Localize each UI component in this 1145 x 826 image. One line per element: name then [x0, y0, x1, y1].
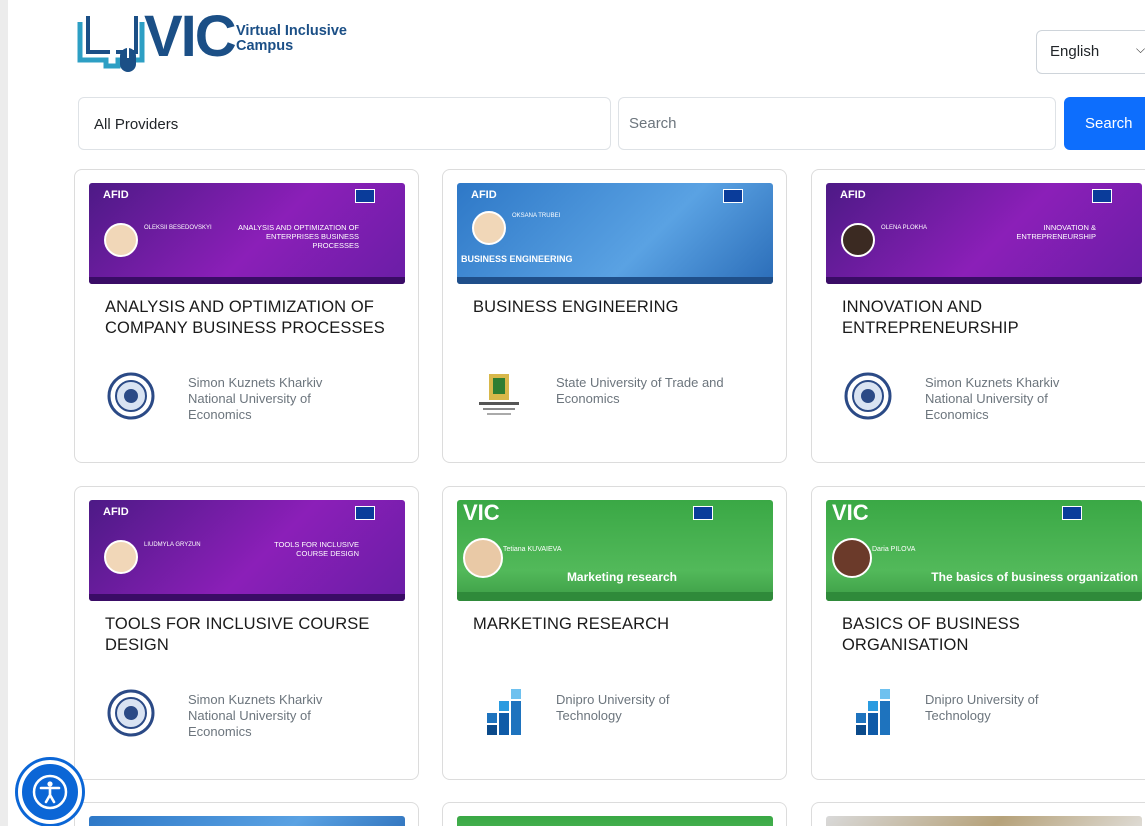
banner-strip — [89, 594, 405, 601]
provider-name: Dnipro University of Technology — [556, 692, 670, 723]
banner-course-text: TOOLS FOR INCLUSIVE COURSE DESIGN — [274, 540, 359, 558]
banner-strip — [457, 277, 773, 284]
search-input[interactable] — [618, 97, 1056, 150]
instructor-photo — [832, 538, 872, 578]
banner-brand: VIC — [832, 500, 869, 525]
banner-instructor: LIUDMYLA GRYZUN — [144, 542, 201, 548]
banner-strip — [89, 277, 405, 284]
provider-name: Simon Kuznets Kharkiv National Universit… — [188, 692, 323, 739]
eu-flag-icon — [1092, 189, 1112, 203]
banner-brand: AFID — [103, 506, 129, 518]
course-provider: Simon Kuznets Kharkiv National Universit… — [105, 370, 405, 430]
course-title[interactable]: MARKETING RESEARCH — [473, 614, 763, 635]
provider-name: Dnipro University of Technology — [925, 692, 1039, 723]
course-banner-image — [457, 816, 773, 826]
course-banner-image — [89, 816, 405, 826]
course-banner-image: AFID LIUDMYLA GRYZUN TOOLS FOR INCLUSIVE… — [89, 500, 405, 601]
accessibility-icon — [32, 774, 68, 810]
course-title[interactable]: TOOLS FOR INCLUSIVE COURSE DESIGN — [105, 614, 395, 656]
provider-filter-select[interactable]: All Providers — [78, 97, 611, 150]
course-card[interactable] — [811, 802, 1145, 826]
course-banner-image — [826, 816, 1142, 826]
banner-brand: AFID — [103, 189, 129, 201]
instructor-photo — [104, 223, 138, 257]
logo-wordmark: VIC — [144, 4, 237, 69]
course-banner-image: AFID OLEKSII BESEDOVSKYI ANALYSIS AND OP… — [89, 183, 405, 284]
eu-flag-icon — [355, 506, 375, 520]
course-provider: State University of Trade and Economics — [473, 370, 773, 430]
provider-name: Simon Kuznets Kharkiv National Universit… — [188, 375, 323, 422]
university-seal-icon — [107, 689, 155, 737]
eu-flag-icon — [1062, 506, 1082, 520]
banner-course-text: ANALYSIS AND OPTIMIZATION OF ENTERPRISES… — [238, 223, 359, 250]
instructor-photo — [841, 223, 875, 257]
instructor-photo — [472, 211, 506, 245]
banner-strip — [826, 592, 1142, 601]
banner-course-text: BUSINESS ENGINEERING — [461, 254, 573, 264]
banner-instructor: Daria PILOVA — [872, 546, 916, 553]
university-crest-icon — [479, 374, 519, 415]
banner-course-text: Marketing research — [566, 570, 677, 584]
course-banner-image: VIC Tetiana KUVAIEVA Marketing research — [457, 500, 773, 601]
accessibility-button[interactable] — [18, 760, 82, 824]
eu-flag-icon — [723, 189, 743, 203]
banner-strip — [826, 277, 1142, 284]
provider-name: Simon Kuznets Kharkiv National Universit… — [925, 375, 1060, 422]
banner-course-text: The basics of business organization — [931, 570, 1138, 584]
left-rail — [0, 0, 8, 826]
site-logo[interactable]: VIC Virtual Inclusive Campus — [76, 4, 376, 74]
logo-tagline: Virtual Inclusive Campus — [236, 24, 347, 54]
course-title[interactable]: ANALYSIS AND OPTIMIZATION OF COMPANY BUS… — [105, 297, 395, 339]
course-card[interactable] — [442, 802, 787, 826]
language-select[interactable]: English — [1036, 30, 1145, 74]
course-card[interactable] — [74, 802, 419, 826]
university-bars-icon — [487, 689, 521, 735]
university-seal-icon — [844, 372, 892, 420]
banner-instructor: OKSANA TRUBEI — [512, 213, 561, 219]
banner-brand: AFID — [840, 189, 866, 201]
course-card[interactable]: VIC Tetiana KUVAIEVA Marketing research … — [442, 486, 787, 780]
course-provider: Dnipro University of Technology — [842, 687, 1142, 747]
university-seal-icon — [107, 372, 155, 420]
course-title[interactable]: INNOVATION AND ENTREPRENEURSHIP — [842, 297, 1132, 339]
chevron-down-icon: ⌵ — [1136, 42, 1145, 56]
eu-flag-icon — [355, 189, 375, 203]
course-provider: Simon Kuznets Kharkiv National Universit… — [842, 370, 1142, 430]
course-banner-image: VIC Daria PILOVA The basics of business … — [826, 500, 1142, 601]
book-mouse-icon — [77, 16, 145, 72]
eu-flag-icon — [693, 506, 713, 520]
course-card[interactable]: AFID OLENA PLOKHA INNOVATION & ENTREPREN… — [811, 169, 1145, 463]
banner-course-text: INNOVATION & ENTREPRENEURSHIP — [1016, 223, 1096, 241]
course-banner-image: AFID OLENA PLOKHA INNOVATION & ENTREPREN… — [826, 183, 1142, 284]
course-provider: Simon Kuznets Kharkiv National Universit… — [105, 687, 405, 747]
course-provider: Dnipro University of Technology — [473, 687, 773, 747]
course-title[interactable]: BUSINESS ENGINEERING — [473, 297, 763, 318]
banner-strip — [457, 592, 773, 601]
course-card[interactable]: AFID LIUDMYLA GRYZUN TOOLS FOR INCLUSIVE… — [74, 486, 419, 780]
header: VIC Virtual Inclusive Campus English ⌵ — [0, 0, 1145, 90]
course-title[interactable]: BASICS OF BUSINESS ORGANISATION — [842, 614, 1132, 656]
search-button[interactable]: Search — [1064, 97, 1145, 150]
banner-instructor: OLEKSII BESEDOVSKYI — [144, 225, 212, 231]
course-card[interactable]: AFID OKSANA TRUBEI BUSINESS ENGINEERING … — [442, 169, 787, 463]
logo-tagline-line1: Virtual Inclusive — [236, 23, 347, 39]
course-card[interactable]: VIC Daria PILOVA The basics of business … — [811, 486, 1145, 780]
university-bars-icon — [856, 689, 890, 735]
logo-tagline-line2: Campus — [236, 38, 294, 54]
banner-instructor: Tetiana KUVAIEVA — [503, 546, 562, 553]
provider-name: State University of Trade and Economics — [556, 375, 724, 406]
course-banner-image: AFID OKSANA TRUBEI BUSINESS ENGINEERING — [457, 183, 773, 284]
banner-brand: VIC — [463, 500, 500, 525]
banner-instructor: OLENA PLOKHA — [881, 225, 928, 231]
instructor-photo — [104, 540, 138, 574]
banner-brand: AFID — [471, 189, 497, 201]
instructor-photo — [463, 538, 503, 578]
course-card[interactable]: AFID OLEKSII BESEDOVSKYI ANALYSIS AND OP… — [74, 169, 419, 463]
